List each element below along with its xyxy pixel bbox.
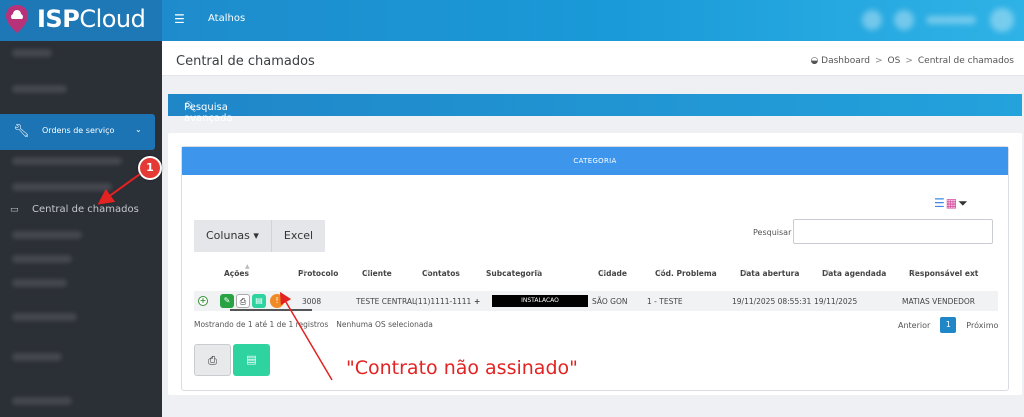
advanced-search-label: Pesquisa avançada <box>184 102 233 124</box>
top-bar: ISPCloud ☰ Atalhos <box>0 0 1024 41</box>
alert-icon[interactable]: ! <box>270 294 284 308</box>
table-toolbar: Colunas ▾ Excel <box>194 220 326 252</box>
cell-protocolo: 3008 <box>302 297 322 306</box>
logo[interactable]: ISPCloud <box>0 0 162 41</box>
annotation-text: "Contrato não assinado" <box>346 357 578 379</box>
advanced-search-toggle[interactable]: 🔍︎ Pesquisa avançada <box>168 94 1022 124</box>
sidebar-item-label: Ordens de serviço <box>42 126 115 135</box>
print-icon[interactable]: ⎙ <box>236 294 250 308</box>
sidebar-item-blurred[interactable] <box>12 183 112 191</box>
cell-data-abertura: 19/11/2025 08:55:31 <box>732 297 812 306</box>
logo-text: ISPCloud <box>37 5 146 33</box>
cell-extra[interactable]: + <box>474 297 480 306</box>
sidebar-item-blurred[interactable] <box>12 353 62 361</box>
cell-subcategoria: INSTALACAO <box>492 295 588 307</box>
edit-icon[interactable]: ✎ <box>220 294 234 308</box>
step-marker: 1 <box>138 156 162 180</box>
excel-button[interactable]: Excel <box>271 220 326 252</box>
cloud-pin-icon <box>6 5 28 33</box>
chevron-down-icon: ⌄ <box>135 125 142 134</box>
wrench-icon: 🔧︎ <box>13 124 30 139</box>
table-header: Ações ▲ Protocolo ⇅ Cliente ⇅ Contatos ⇅ Sub… <box>224 263 979 278</box>
print-button[interactable]: ⎙ <box>194 344 231 376</box>
laptop-icon: ▭ <box>10 205 19 215</box>
archive-icon[interactable]: ▤ <box>252 294 266 308</box>
breadcrumb-dashboard[interactable]: Dashboard <box>821 56 870 66</box>
expand-row-icon[interactable]: + <box>198 296 208 306</box>
search-input[interactable] <box>793 219 993 244</box>
card-heading: CATEGORIA <box>182 147 1008 175</box>
print-icon: ⎙ <box>208 354 217 367</box>
columns-button[interactable]: Colunas ▾ <box>194 220 272 252</box>
pagination-next[interactable]: Próximo <box>966 321 998 330</box>
row-underline <box>230 309 312 311</box>
cell-cliente: TESTE CENTRAL <box>356 297 417 306</box>
cell-data-agendada: 19/11/2025 <box>814 297 858 306</box>
archive-icon: ▤ <box>246 353 257 366</box>
sidebar-item-blurred[interactable] <box>12 49 52 57</box>
selected-info: Nenhuma OS selecionada <box>336 320 433 329</box>
sidebar-item-blurred[interactable] <box>12 313 77 321</box>
category-card: CATEGORIA ☰▦⏷ Colunas ▾ Excel Pesquisar … <box>181 146 1009 391</box>
cell-contatos: (11)1111-1111 <box>415 297 472 306</box>
sidebar-item-blurred[interactable] <box>12 85 67 93</box>
col-acoes[interactable]: Ações ▲ <box>224 263 250 278</box>
table-info: Mostrando de 1 até 1 de 1 registros Nenhu… <box>194 320 433 329</box>
pagination: Anterior 1 Próximo <box>898 317 998 333</box>
page-title: Central de chamados <box>176 54 315 69</box>
sidebar-item-central-de-chamados[interactable]: ▭ Central de chamados <box>10 204 139 215</box>
main-panel: CATEGORIA ☰▦⏷ Colunas ▾ Excel Pesquisar … <box>168 133 1022 395</box>
sidebar-item-ordens-de-servico[interactable]: 🔧︎ Ordens de serviço ⌄ <box>0 114 155 150</box>
pagination-prev[interactable]: Anterior <box>898 321 930 330</box>
records-info: Mostrando de 1 até 1 de 1 registros <box>194 320 329 329</box>
sidebar-item-blurred[interactable] <box>12 279 67 287</box>
page-header: Central de chamados ◒ Dashboard > OS > Centr… <box>162 41 1024 76</box>
sidebar-item-blurred[interactable] <box>12 231 82 239</box>
dashboard-icon: ◒ <box>810 56 819 66</box>
breadcrumb-current: Central de chamados <box>917 56 1014 66</box>
list-view-icon[interactable]: ☰ <box>934 196 946 210</box>
search-label: Pesquisar <box>753 228 792 237</box>
hamburger-icon[interactable]: ☰ <box>174 12 185 26</box>
pagination-page[interactable]: 1 <box>940 317 957 333</box>
sidebar-item-blurred[interactable] <box>12 397 72 405</box>
cell-responsavel: MATIAS VENDEDOR <box>902 297 975 306</box>
sidebar: 🔧︎ Ordens de serviço ⌄ ▭ Central de chama… <box>0 41 162 417</box>
archive-button[interactable]: ▤ <box>233 344 270 376</box>
calendar-view-icon[interactable]: ▦ <box>946 196 958 210</box>
view-icons: ☰▦⏷ <box>934 196 969 211</box>
filter-icon[interactable]: ⏷ <box>958 196 969 210</box>
breadcrumb-os[interactable]: OS <box>888 56 901 66</box>
sidebar-item-blurred[interactable] <box>12 157 122 165</box>
user-area[interactable] <box>858 6 1018 34</box>
cell-problema: 1 - TESTE <box>647 297 683 306</box>
sidebar-item-label: Central de chamados <box>32 204 139 215</box>
table-row[interactable]: + ✎ ⎙ ▤ ! 3008 TESTE CENTRAL (11)1111-11… <box>194 291 998 311</box>
cell-cidade: SÃO GON <box>592 297 628 306</box>
atalhos-link[interactable]: Atalhos <box>208 13 245 24</box>
breadcrumb: ◒ Dashboard > OS > Central de chamados <box>810 56 1014 66</box>
sidebar-item-blurred[interactable] <box>12 255 72 263</box>
